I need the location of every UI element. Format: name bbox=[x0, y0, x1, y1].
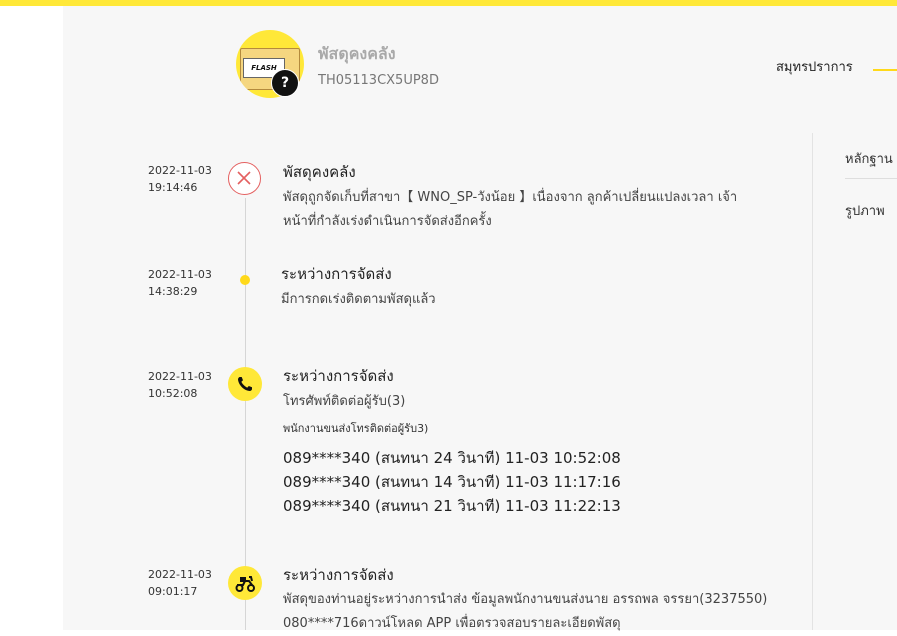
evidence-label: หลักฐาน bbox=[845, 152, 893, 167]
event-date: 2022-11-03 bbox=[148, 268, 212, 281]
scooter-icon bbox=[228, 566, 262, 600]
event-title: พัสดุคงคลัง bbox=[283, 163, 356, 181]
event-line: พัสดุของท่านอยู่ระหว่างการนำส่ง ข้อมูลพน… bbox=[283, 592, 768, 607]
event-datetime: 2022-11-03 10:52:08 bbox=[148, 368, 212, 402]
event-line: หน้าที่กำลังเร่งดำเนินการจัดส่งอีกครั้ง bbox=[283, 214, 492, 229]
event-time: 10:52:08 bbox=[148, 387, 198, 400]
x-circle-icon bbox=[228, 162, 261, 195]
event-description: พัสดุถูกจัดเก็บที่สาขา【 WNO_SP-วังน้อย 】… bbox=[283, 186, 803, 234]
event-date: 2022-11-03 bbox=[148, 164, 212, 177]
event-time: 19:14:46 bbox=[148, 181, 198, 194]
event-time: 09:01:17 bbox=[148, 585, 198, 598]
event-description: โทรศัพท์ติดต่อผู้รับ(3) bbox=[283, 390, 803, 414]
event-line: พัสดุถูกจัดเก็บที่สาขา【 WNO_SP-วังน้อย 】… bbox=[283, 190, 738, 205]
question-mark-icon: ? bbox=[271, 69, 299, 97]
event-line: โทรศัพท์ติดต่อผู้รับ(3) bbox=[283, 394, 406, 409]
call-record: 089****340 (สนทนา 24 วินาที) 11-03 10:52… bbox=[283, 449, 621, 467]
tab-location[interactable]: สมุทรปราการ bbox=[776, 56, 853, 77]
content-panel bbox=[63, 6, 897, 630]
call-record: 089****340 (สนทนา 21 วินาที) 11-03 11:22… bbox=[283, 497, 621, 515]
call-record: 089****340 (สนทนา 14 วินาที) 11-03 11:17… bbox=[283, 473, 621, 491]
page-title: พัสดุคงคลัง bbox=[318, 44, 396, 63]
event-time: 14:38:29 bbox=[148, 285, 198, 298]
event-title: ระหว่างการจัดส่ง bbox=[283, 367, 394, 385]
event-date: 2022-11-03 bbox=[148, 568, 212, 581]
event-datetime: 2022-11-03 19:14:46 bbox=[148, 162, 212, 196]
event-date: 2022-11-03 bbox=[148, 370, 212, 383]
event-datetime: 2022-11-03 09:01:17 bbox=[148, 566, 212, 600]
dot-icon bbox=[240, 275, 250, 285]
event-line: 080****716ดาวน์โหลด APP เพื่อตรวจสอบรายล… bbox=[283, 616, 621, 631]
event-description: พัสดุของท่านอยู่ระหว่างการนำส่ง ข้อมูลพน… bbox=[283, 588, 803, 636]
tracking-number: TH05113CX5UP8D bbox=[318, 73, 439, 88]
event-line: มีการกดเร่งติดตามพัสดุแล้ว bbox=[281, 292, 436, 307]
tab-active-indicator bbox=[873, 69, 897, 71]
event-title: ระหว่างการจัดส่ง bbox=[283, 566, 394, 584]
event-note: พนักงานขนส่งโทรติดต่อผู้รับ3) bbox=[283, 422, 429, 435]
event-description: มีการกดเร่งติดตามพัสดุแล้ว bbox=[281, 288, 801, 312]
photo-label: รูปภาพ bbox=[845, 204, 885, 219]
side-divider bbox=[845, 178, 897, 179]
event-title: ระหว่างการจัดส่ง bbox=[281, 265, 392, 283]
event-datetime: 2022-11-03 14:38:29 bbox=[148, 266, 212, 300]
column-divider bbox=[812, 133, 813, 630]
phone-icon bbox=[228, 367, 262, 401]
